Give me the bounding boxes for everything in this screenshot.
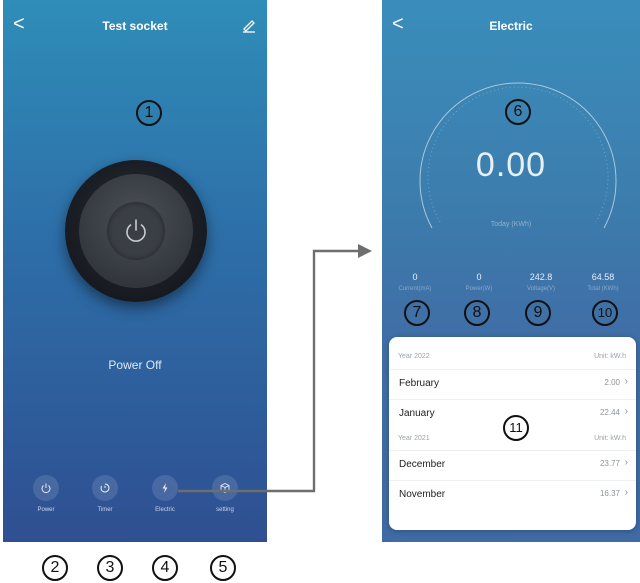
stat-value: 242.8 [529, 272, 553, 282]
monthly-history-card: Year 2022 Unit: kW.h February 2.00 › Jan… [389, 337, 636, 530]
today-energy-value: 0.00 [475, 146, 547, 184]
month-value: 2.00 [604, 378, 620, 387]
stat-value: 64.58 [591, 272, 615, 282]
callout-7: 7 [404, 300, 430, 326]
year-label: Year 2022 [398, 353, 430, 360]
screen-title: Electric [489, 19, 533, 33]
top-bar: < Electric [382, 0, 640, 50]
chevron-right-icon: › [624, 406, 628, 417]
stat-voltage: 242.8 Voltage(V) [510, 272, 572, 292]
month-name: December [399, 459, 446, 470]
callout-11: 11 [503, 415, 529, 441]
stat-label: Voltage(V) [526, 286, 556, 292]
stat-current: 0 Current(mA) [384, 272, 446, 292]
month-row[interactable]: February 2.00 › [389, 369, 636, 398]
callout-6: 6 [505, 99, 531, 125]
callout-8: 8 [464, 300, 490, 326]
callout-10: 10 [592, 300, 618, 326]
year-header: Year 2022 Unit: kW.h [389, 351, 636, 365]
month-row[interactable]: December 23.77 › [389, 450, 636, 479]
today-energy-label: Today (KWh) [490, 221, 532, 228]
month-name: November [399, 489, 446, 500]
stat-label: Current(mA) [398, 286, 432, 292]
stat-power: 0 Power(W) [448, 272, 510, 292]
stat-total: 64.58 Total (KWh) [572, 272, 634, 292]
month-name: January [399, 408, 435, 419]
chevron-right-icon: › [624, 457, 628, 468]
unit-label: Unit: kW.h [594, 353, 626, 360]
chevron-right-icon: › [624, 487, 628, 498]
month-row[interactable]: November 16.37 › [389, 480, 636, 509]
stat-label: Power(W) [465, 286, 493, 292]
month-value: 22.44 [599, 408, 620, 417]
month-name: February [399, 378, 440, 389]
stat-value: 0 [476, 272, 482, 282]
callout-9: 9 [525, 300, 551, 326]
year-label: Year 2021 [398, 435, 430, 442]
stat-label: Total (KWh) [587, 286, 619, 292]
month-value: 16.37 [599, 489, 620, 498]
month-value: 23.77 [599, 459, 620, 468]
unit-label: Unit: kW.h [594, 435, 626, 442]
chevron-right-icon: › [624, 376, 628, 387]
stat-value: 0 [412, 272, 418, 282]
